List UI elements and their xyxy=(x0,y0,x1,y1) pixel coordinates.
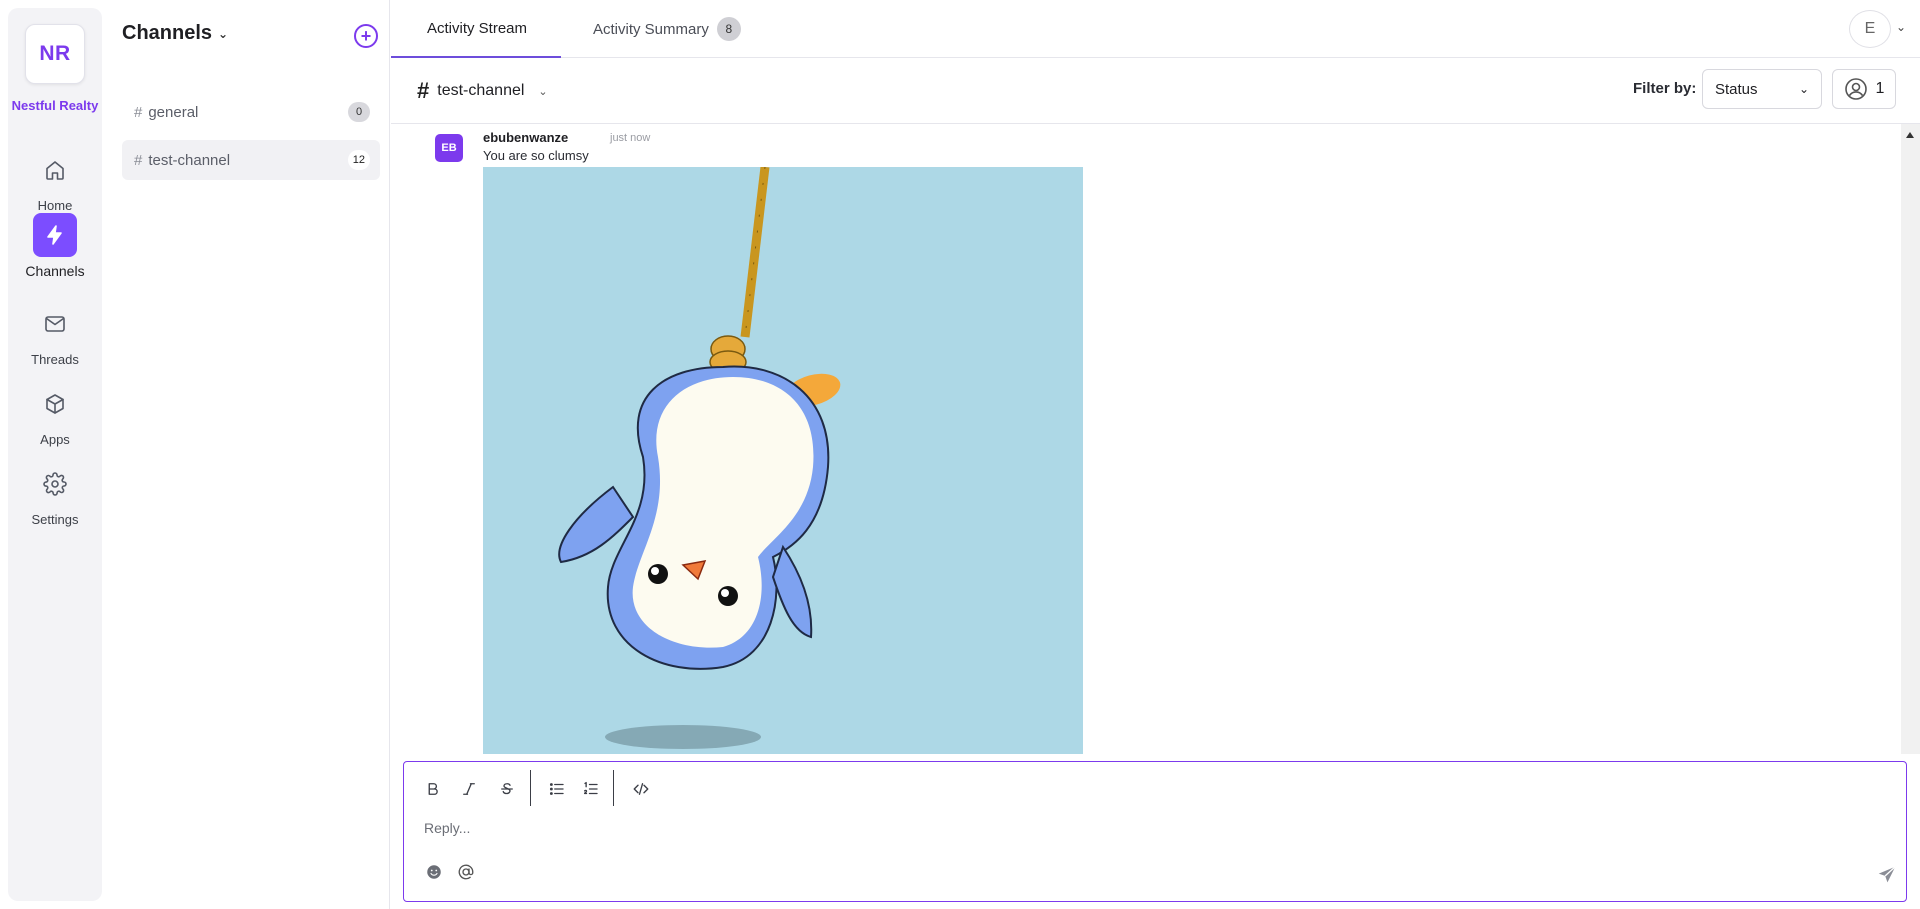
chevron-down-icon: ⌄ xyxy=(538,85,548,98)
user-circle-icon xyxy=(1844,78,1867,100)
bold-icon xyxy=(428,783,438,795)
gear-icon xyxy=(33,462,77,506)
summary-count-badge: 8 xyxy=(716,17,741,41)
plus-icon: + xyxy=(360,26,372,46)
members-button[interactable]: 1 xyxy=(1832,69,1896,109)
user-initial: E xyxy=(1864,20,1876,37)
chevron-down-icon: ⌄ xyxy=(1798,82,1809,96)
nav-channels[interactable]: Channels xyxy=(8,213,102,279)
nav-home-label: Home xyxy=(37,198,73,213)
nav-threads-label: Threads xyxy=(31,352,79,367)
member-count: 1 xyxy=(1875,80,1885,97)
unread-count-badge: 0 xyxy=(348,102,370,122)
send-button[interactable] xyxy=(1876,864,1898,886)
activity-stream[interactable]: EB ebubenwanze just now You are so clums… xyxy=(415,124,1875,754)
nav-home[interactable]: Home xyxy=(8,148,102,213)
current-channel-dropdown[interactable]: # test-channel ⌄ xyxy=(417,78,548,104)
strikethrough-button[interactable] xyxy=(494,776,520,802)
nav-threads[interactable]: Threads xyxy=(8,302,102,367)
box-icon xyxy=(33,382,77,426)
code-icon xyxy=(633,783,649,795)
toolbar-divider xyxy=(613,770,614,806)
chevron-down-icon: ⌄ xyxy=(218,26,229,41)
org-logo[interactable]: NR xyxy=(25,24,85,84)
channel-item-test-channel[interactable]: # test-channel 12 xyxy=(122,140,380,180)
workspace-rail: NR Nestful Realty Home Channels Threads xyxy=(8,8,102,901)
tab-activity-stream[interactable]: Activity Stream xyxy=(391,0,561,58)
status-filter-value: Status xyxy=(1715,80,1758,98)
home-icon xyxy=(33,148,77,192)
message: EB ebubenwanze just now You are so clums… xyxy=(415,124,1875,754)
channels-panel: Channels ⌄ + # general 0 # test-channel … xyxy=(102,0,390,909)
italic-button[interactable] xyxy=(456,776,482,802)
bolt-icon xyxy=(33,213,77,257)
send-icon xyxy=(1878,866,1896,883)
nav-settings-label: Settings xyxy=(31,512,79,527)
chevron-down-icon[interactable]: ⌄ xyxy=(1896,20,1906,34)
emoji-button[interactable] xyxy=(424,862,444,882)
bullet-list-button[interactable] xyxy=(544,776,570,802)
message-text: You are so clumsy xyxy=(483,148,589,163)
bullet-list-icon xyxy=(549,783,564,795)
channel-name: test-channel xyxy=(148,151,231,169)
mail-icon xyxy=(33,302,77,346)
strikethrough-icon xyxy=(501,783,513,795)
tab-label: Activity Stream xyxy=(427,19,528,37)
channels-title: Channels xyxy=(122,22,213,44)
app-root: NR Nestful Realty Home Channels Threads xyxy=(0,0,1920,909)
numbered-list-button[interactable] xyxy=(578,776,604,802)
unread-count-badge: 12 xyxy=(347,150,370,170)
nav-apps[interactable]: Apps xyxy=(8,382,102,447)
channels-title-dropdown[interactable]: Channels ⌄ xyxy=(122,22,228,45)
stream-scrollbar[interactable] xyxy=(1901,124,1920,754)
tab-activity-summary[interactable]: Activity Summary 8 xyxy=(593,0,741,58)
emoji-icon xyxy=(427,865,441,879)
add-channel-button[interactable]: + xyxy=(354,24,378,48)
author-name[interactable]: ebubenwanze xyxy=(483,130,568,145)
message-timestamp: just now xyxy=(610,132,651,144)
status-filter-select[interactable]: Status ⌄ xyxy=(1702,69,1822,109)
reply-input[interactable] xyxy=(424,816,1884,840)
at-sign-icon xyxy=(458,864,474,880)
channel-name: general xyxy=(148,103,199,121)
hash-icon: # xyxy=(134,151,143,169)
org-name: Nestful Realty xyxy=(11,98,99,113)
tab-bar: Activity Stream Activity Summary 8 E ⌄ xyxy=(391,0,1920,58)
filter-label: Filter by: xyxy=(1633,80,1697,97)
main-content: Activity Stream Activity Summary 8 E ⌄ #… xyxy=(391,0,1920,909)
mention-button[interactable] xyxy=(456,862,476,882)
channel-item-general[interactable]: # general 0 xyxy=(122,92,380,132)
nav-channels-label: Channels xyxy=(25,263,85,279)
code-button[interactable] xyxy=(628,776,654,802)
message-image[interactable] xyxy=(483,167,1083,754)
user-avatar[interactable]: E xyxy=(1849,10,1891,48)
hash-icon: # xyxy=(134,103,143,121)
penguin-illustration xyxy=(558,167,841,749)
nav-apps-label: Apps xyxy=(40,432,70,447)
tab-label: Activity Summary xyxy=(593,20,709,38)
nav-settings[interactable]: Settings xyxy=(8,462,102,527)
numbered-list-icon xyxy=(583,781,598,795)
author-avatar[interactable]: EB xyxy=(435,134,463,162)
org-initials: NR xyxy=(39,42,71,65)
reply-composer xyxy=(403,761,1907,902)
toolbar-divider xyxy=(530,770,531,806)
bold-button[interactable] xyxy=(420,776,446,802)
italic-icon xyxy=(463,783,475,795)
current-channel-name: test-channel xyxy=(437,82,525,99)
hash-icon: # xyxy=(417,78,430,103)
scroll-up-arrow-icon[interactable] xyxy=(1906,132,1914,138)
channel-header: # test-channel ⌄ Filter by: Status ⌄ 1 xyxy=(391,58,1920,124)
